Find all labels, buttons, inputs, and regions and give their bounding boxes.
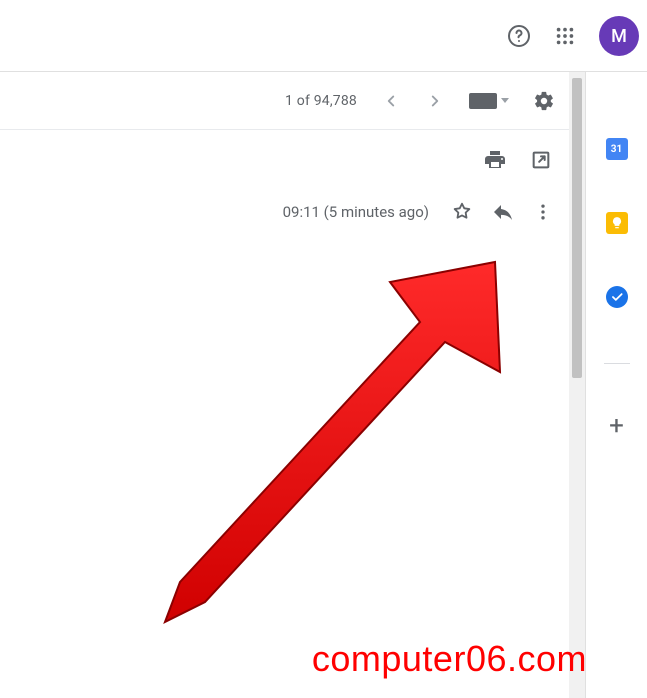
scrollbar[interactable] bbox=[569, 72, 585, 698]
pagination-toolbar: 1 of 94,788 bbox=[0, 72, 585, 130]
message-header-row: 09:11 (5 minutes ago) bbox=[0, 172, 585, 224]
watermark-text: computer06.com bbox=[312, 638, 587, 680]
reply-button[interactable] bbox=[491, 200, 515, 224]
calendar-day-label: 31 bbox=[611, 144, 622, 155]
calendar-icon: 31 bbox=[606, 138, 628, 160]
pager-label: 1 of 94,788 bbox=[285, 93, 357, 109]
top-header: M bbox=[0, 0, 647, 72]
more-options-button[interactable] bbox=[533, 202, 553, 222]
calendar-app-button[interactable]: 31 bbox=[605, 137, 629, 161]
settings-button[interactable] bbox=[533, 90, 555, 112]
apps-grid-icon[interactable] bbox=[553, 24, 577, 48]
newer-button[interactable] bbox=[381, 91, 401, 111]
help-icon[interactable] bbox=[507, 24, 531, 48]
side-panel-divider bbox=[604, 363, 630, 364]
star-button[interactable] bbox=[451, 201, 473, 223]
input-method-button[interactable] bbox=[469, 93, 509, 109]
side-panel: 31 + bbox=[585, 72, 647, 698]
keep-icon bbox=[606, 212, 628, 234]
open-new-window-button[interactable] bbox=[529, 148, 553, 172]
print-button[interactable] bbox=[483, 148, 507, 172]
keep-app-button[interactable] bbox=[605, 211, 629, 235]
dropdown-caret-icon bbox=[501, 98, 509, 103]
tasks-icon bbox=[606, 286, 628, 308]
older-button[interactable] bbox=[425, 91, 445, 111]
get-addons-button[interactable]: + bbox=[605, 414, 629, 438]
message-top-actions bbox=[0, 130, 585, 172]
tasks-app-button[interactable] bbox=[605, 285, 629, 309]
keyboard-icon bbox=[469, 93, 497, 109]
avatar-initial: M bbox=[611, 26, 627, 47]
message-timestamp: 09:11 (5 minutes ago) bbox=[283, 203, 429, 221]
account-avatar[interactable]: M bbox=[599, 16, 639, 56]
